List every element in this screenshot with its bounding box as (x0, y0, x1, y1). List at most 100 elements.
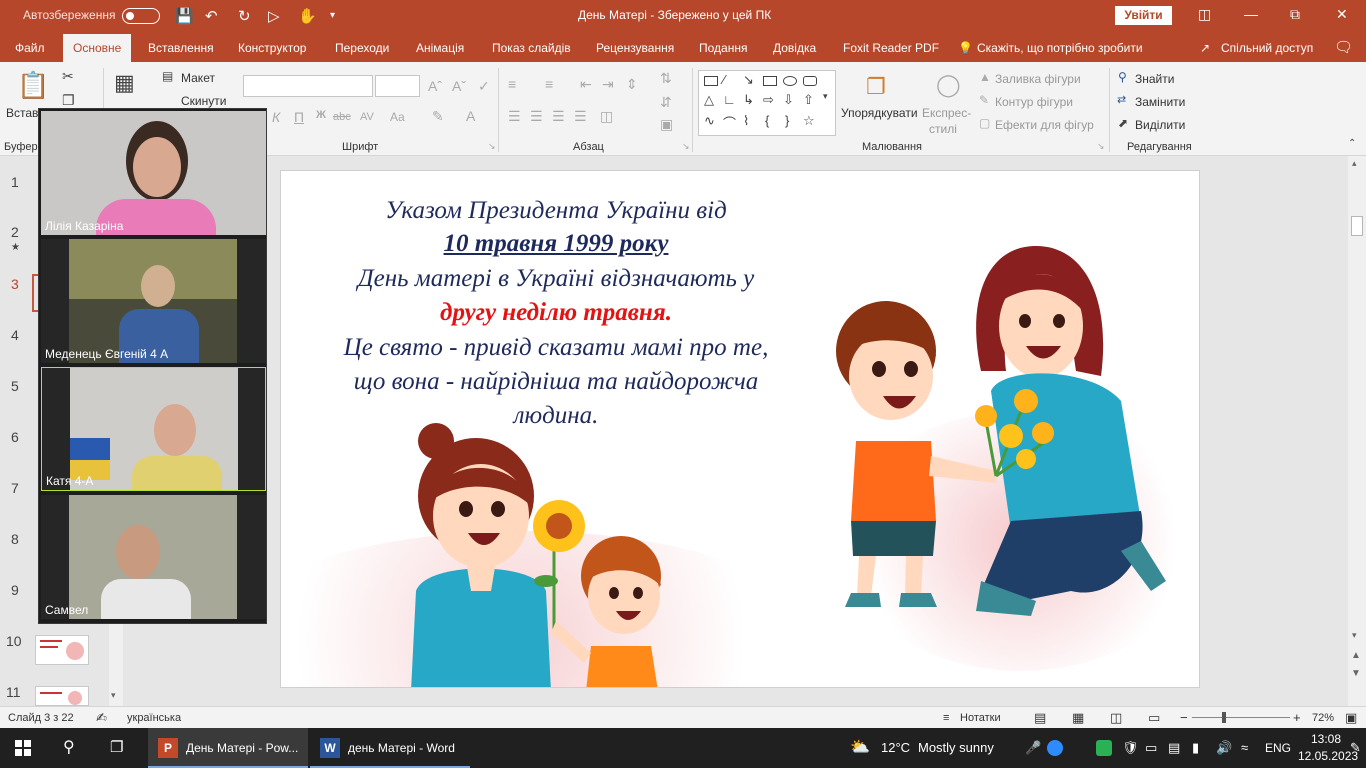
slide-number[interactable]: 9 (11, 582, 19, 598)
shape-outline-icon[interactable]: ✎ (979, 93, 989, 107)
select-icon[interactable]: ⬈ (1118, 116, 1128, 130)
slide-text-line[interactable]: Указом Президента України від (281, 197, 831, 225)
shape-fill-icon[interactable]: ▲ (979, 70, 991, 84)
underline-button[interactable]: П (294, 109, 304, 125)
tab-animations[interactable]: Анімація (416, 41, 464, 55)
customize-qat-icon[interactable]: ▾ (330, 10, 335, 21)
arrow-shape-icon[interactable]: ↘ (743, 72, 754, 88)
weather-icon[interactable]: ⛅ (850, 737, 870, 757)
illustration-mother-son[interactable] (821, 221, 1200, 621)
scroll-thumb[interactable] (1351, 216, 1363, 236)
slide-text-date[interactable]: 10 травня 1999 року (281, 230, 831, 258)
quick-styles-icon[interactable]: ◯ (936, 72, 961, 98)
shadow-button[interactable]: Ж (316, 109, 326, 121)
ribbon-display-icon[interactable]: ◫ (1198, 6, 1211, 23)
slide-canvas[interactable]: Указом Президента України від 10 травня … (280, 170, 1200, 688)
illustration-mother-daughter[interactable] (396, 421, 696, 688)
network-icon[interactable]: ▤ (1168, 740, 1180, 756)
slide-number[interactable]: 2 (11, 224, 19, 240)
tell-me-search[interactable]: Скажіть, що потрібно зробити (977, 41, 1143, 55)
zoom-level[interactable]: 72% (1312, 712, 1334, 724)
layout-button[interactable]: Макет (181, 71, 215, 85)
search-icon[interactable]: ⚲ (63, 737, 75, 757)
slide-number[interactable]: 7 (11, 480, 19, 496)
slideshow-view-icon[interactable]: ▭ (1148, 710, 1160, 726)
arrange-icon[interactable]: ❐ (866, 74, 886, 100)
minimize-icon[interactable]: — (1244, 6, 1258, 22)
windows-start-icon[interactable] (15, 740, 31, 756)
find-button[interactable]: Знайти (1135, 72, 1174, 86)
zoom-app-icon[interactable] (1047, 740, 1063, 756)
zoom-in-icon[interactable]: + (1293, 710, 1301, 725)
text-direction-icon[interactable]: ⇅ (660, 70, 672, 87)
strikethrough-button[interactable]: abc (333, 111, 351, 123)
decrease-indent-icon[interactable]: ⇤ (580, 76, 592, 93)
taskbar-app-powerpoint[interactable]: P День Матері - Pow... (148, 728, 308, 768)
tab-help[interactable]: Довідка (773, 41, 816, 55)
paragraph-dialog-icon[interactable]: ↘ (682, 141, 690, 152)
notifications-icon[interactable]: ✎ (1350, 740, 1361, 756)
line-shape-icon[interactable]: ∕ (723, 72, 725, 87)
align-text-icon[interactable]: ⇵ (660, 94, 672, 111)
slide-number-current[interactable]: 3 (11, 276, 19, 292)
italic-button[interactable]: К (272, 109, 280, 125)
increase-indent-icon[interactable]: ⇥ (602, 76, 614, 93)
task-view-icon[interactable]: ❐ (110, 738, 123, 756)
shape-fill-button[interactable]: Заливка фігури (995, 72, 1081, 86)
volume-icon[interactable]: 🔊 (1216, 740, 1232, 756)
char-spacing-button[interactable]: AV (360, 111, 374, 123)
elbow-connector-icon[interactable]: ∟ (723, 92, 736, 107)
scroll-down-icon[interactable]: ▾ (111, 690, 116, 701)
tab-transitions[interactable]: Переходи (335, 41, 389, 55)
font-family-select[interactable] (243, 75, 373, 97)
shape-outline-button[interactable]: Контур фігури (995, 95, 1073, 109)
shield-icon[interactable]: 🛡 (1122, 740, 1139, 756)
slide-number[interactable]: 1 (11, 174, 19, 190)
shape-effects-icon[interactable]: ▢ (979, 116, 990, 130)
spellcheck-icon[interactable]: ✍ (96, 710, 107, 726)
rounded-rect-shape-icon[interactable] (803, 76, 817, 86)
close-icon[interactable]: ✕ (1336, 6, 1348, 23)
gallery-more-icon[interactable]: ▾ (823, 91, 828, 102)
align-center-icon[interactable]: ☰ (530, 108, 543, 125)
brace-left-shape-icon[interactable]: { (765, 113, 769, 128)
tab-foxit[interactable]: Foxit Reader PDF (843, 41, 939, 55)
slide-sorter-icon[interactable]: ▦ (1072, 710, 1084, 726)
scroll-up-icon[interactable]: ▴ (1352, 158, 1357, 169)
autosave-toggle[interactable] (122, 8, 160, 24)
weather-temp[interactable]: 12°C (881, 740, 910, 755)
columns-icon[interactable]: ◫ (600, 108, 613, 125)
select-button[interactable]: Виділити (1135, 118, 1185, 132)
zoom-out-icon[interactable]: − (1180, 710, 1188, 725)
clear-format-icon[interactable]: ✓ (478, 78, 490, 95)
slide-number[interactable]: 8 (11, 531, 19, 547)
zoom-slider-thumb[interactable] (1222, 712, 1226, 723)
find-icon[interactable]: ⚲ (1118, 70, 1127, 84)
save-icon[interactable]: 💾 (175, 7, 194, 25)
line-spacing-icon[interactable]: ⇕ (626, 76, 638, 93)
change-case-button[interactable]: Aa (390, 110, 405, 124)
collapse-ribbon-icon[interactable]: ⌃ (1348, 138, 1356, 149)
comments-icon[interactable]: 🗨 (1334, 38, 1353, 56)
slide-thumbnail-11[interactable] (35, 686, 89, 706)
shapes-gallery[interactable]: ∕ ↘ △ ∟ ↳ ⇨ ⇩ ⇧ ∿ ⌒ ⌇ { } ☆ ▾ (698, 70, 836, 136)
slide-number[interactable]: 4 (11, 327, 19, 343)
microphone-icon[interactable]: 🎤 (1025, 740, 1041, 756)
clock-time[interactable]: 13:08 (1311, 732, 1341, 746)
arc-shape-icon[interactable]: ⌒ (723, 113, 736, 132)
tray-app-icon[interactable] (1096, 740, 1112, 756)
taskbar-app-word[interactable]: W день Матері - Word (310, 728, 470, 768)
slide-text-line[interactable]: День матері в Україні відзначають у (281, 265, 831, 293)
decrease-font-icon[interactable]: Aˇ (452, 78, 466, 94)
participant-video[interactable]: Лілія Казаріна (41, 111, 266, 235)
reset-button[interactable]: Скинути (181, 94, 226, 108)
font-color-icon[interactable]: A (466, 108, 475, 124)
justify-icon[interactable]: ☰ (574, 108, 587, 125)
slide-thumbnail-10[interactable] (35, 635, 89, 665)
star-shape-icon[interactable]: ☆ (803, 113, 815, 129)
normal-view-icon[interactable]: ▤ (1034, 710, 1046, 726)
paste-icon[interactable]: 📋 (17, 70, 49, 101)
language-indicator[interactable]: українська (127, 712, 181, 724)
previous-slide-icon[interactable]: ▲ (1351, 650, 1361, 661)
elbow-arrow-icon[interactable]: ↳ (743, 92, 754, 108)
